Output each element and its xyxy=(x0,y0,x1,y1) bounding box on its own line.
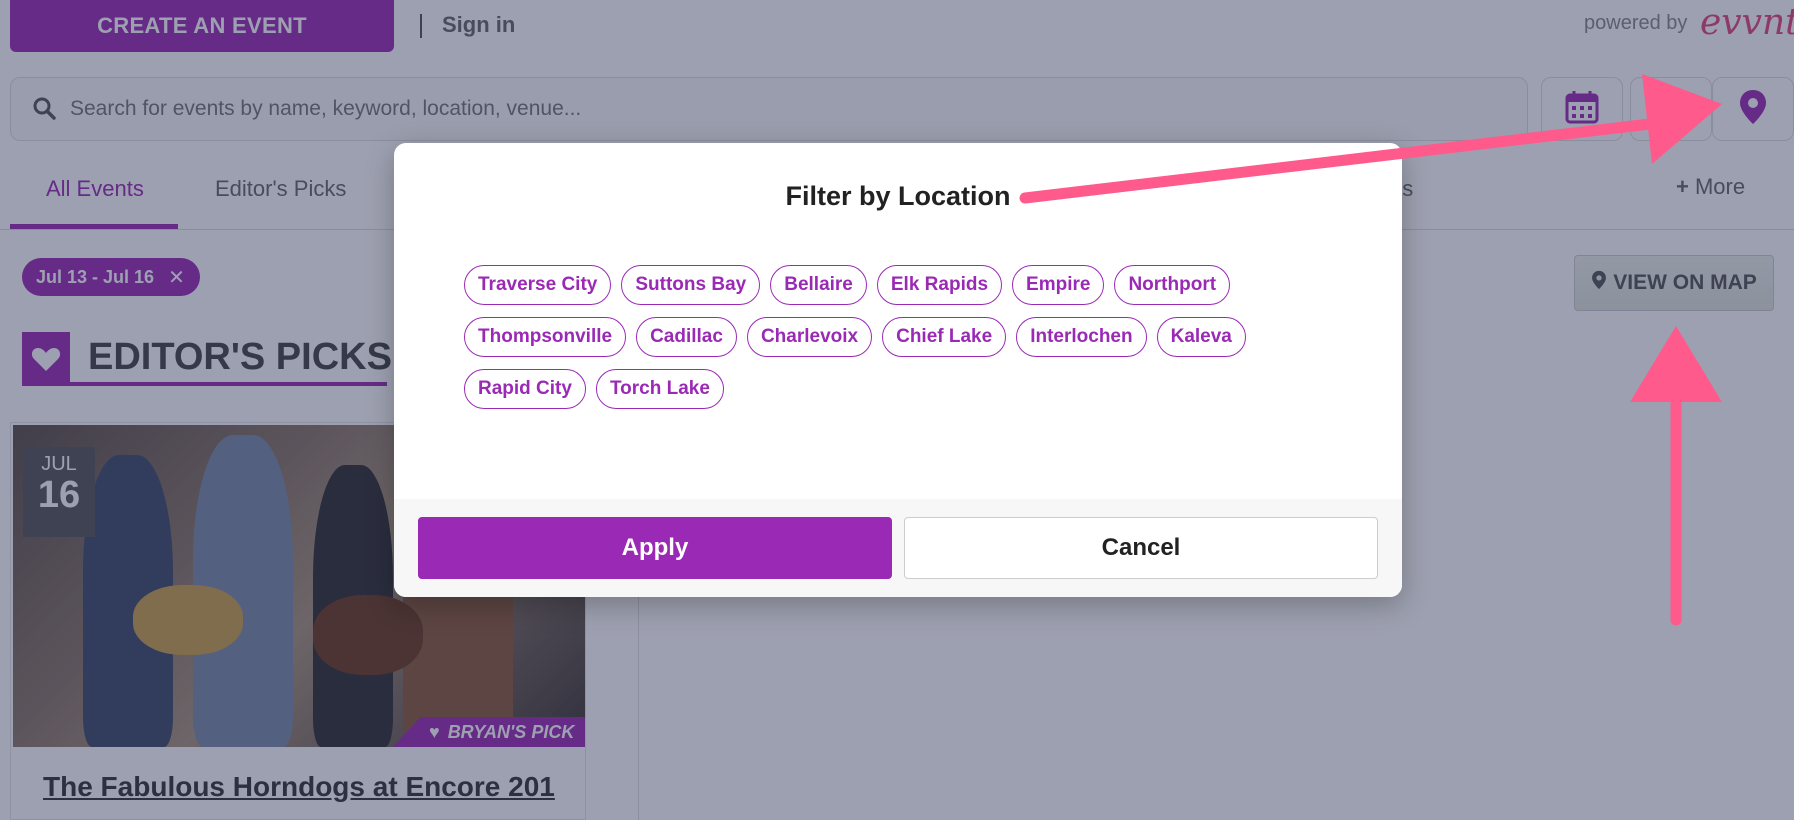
location-chip[interactable]: Interlochen xyxy=(1016,317,1147,357)
location-chip[interactable]: Rapid City xyxy=(464,369,586,409)
cancel-button[interactable]: Cancel xyxy=(904,517,1378,579)
modal-footer: Apply Cancel xyxy=(394,499,1402,597)
location-chip[interactable]: Charlevoix xyxy=(746,317,873,357)
location-chip[interactable]: Torch Lake xyxy=(595,369,724,409)
location-chip[interactable]: Suttons Bay xyxy=(621,265,761,305)
location-chip[interactable]: Elk Rapids xyxy=(876,265,1003,305)
location-chip[interactable]: Kaleva xyxy=(1156,317,1246,357)
location-chip[interactable]: Cadillac xyxy=(636,317,737,357)
modal-title: Filter by Location xyxy=(785,181,1011,211)
location-chip[interactable]: Northport xyxy=(1114,265,1231,305)
location-chip[interactable]: Bellaire xyxy=(770,265,867,305)
location-filter-modal: Filter by Location Traverse City Suttons … xyxy=(394,143,1402,597)
location-chip[interactable]: Chief Lake xyxy=(882,317,1007,357)
location-chip[interactable]: Traverse City xyxy=(464,265,612,305)
location-chip[interactable]: Empire xyxy=(1012,265,1105,305)
location-chip-list: Traverse City Suttons Bay Bellaire Elk Rapi… xyxy=(464,265,1344,409)
location-chip[interactable]: Thompsonville xyxy=(464,317,627,357)
apply-button[interactable]: Apply xyxy=(418,517,892,579)
